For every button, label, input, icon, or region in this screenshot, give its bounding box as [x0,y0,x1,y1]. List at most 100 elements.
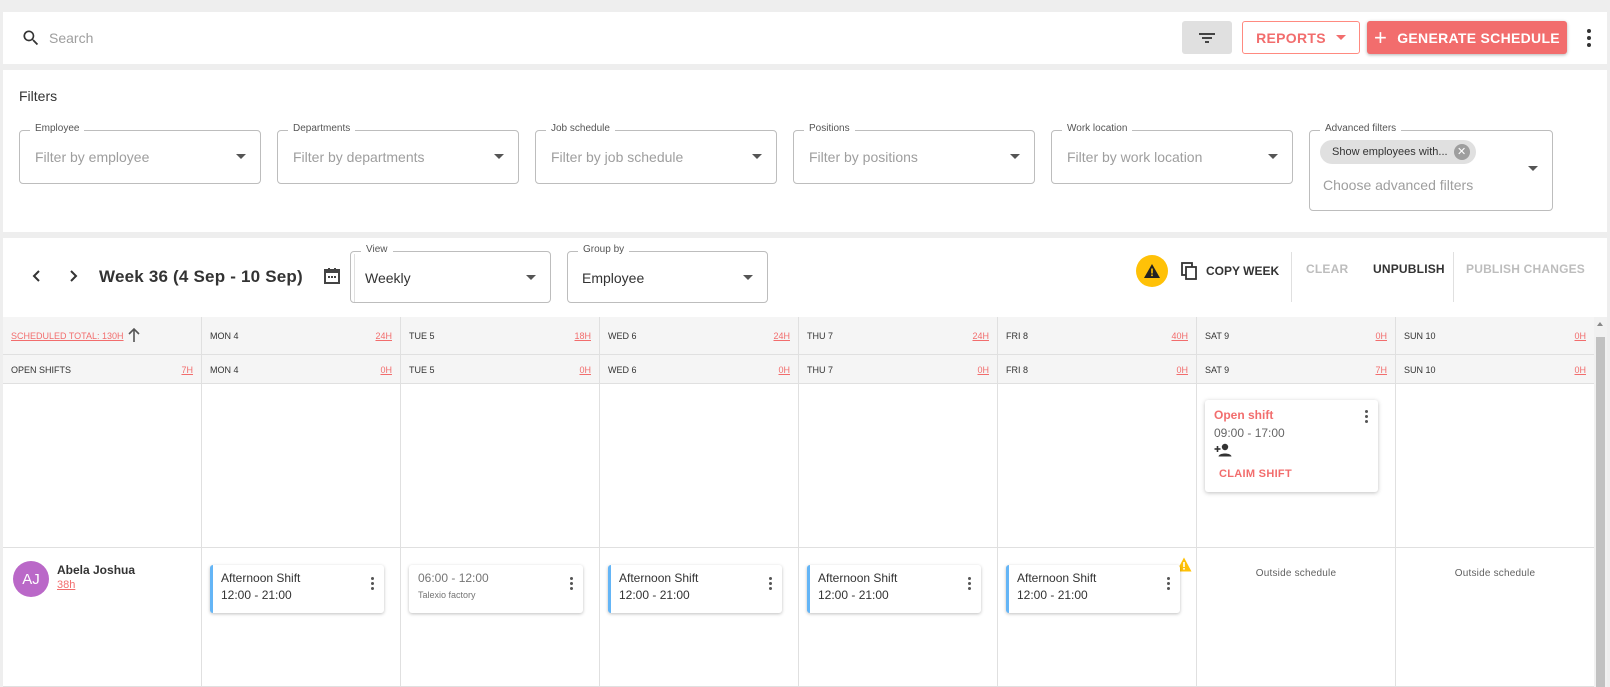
employee-name: Abela Joshua [57,563,136,577]
day-label: TUE 5 [409,331,435,341]
generate-schedule-button[interactable]: + GENERATE SCHEDULE [1367,21,1567,54]
open-day-fri: FRI 8 0H [998,355,1197,383]
previous-week-button[interactable] [27,266,47,286]
copy-week-button[interactable]: COPY WEEK [1181,258,1279,284]
job-schedule-filter[interactable]: Job schedule Filter by job schedule [535,123,777,184]
day-hours-link[interactable]: 0H [778,365,790,375]
open-shift-time: 09:00 - 17:00 [1214,426,1285,440]
positions-filter[interactable]: Positions Filter by positions [793,123,1035,184]
job-schedule-filter-label: Job schedule [546,123,615,134]
shift-cell-sun[interactable]: Outside schedule [1396,548,1594,686]
advanced-filter-chip[interactable]: Show employees with... ✕ [1320,140,1476,164]
day-hours-link[interactable]: 18H [574,331,591,341]
schedule-grid: SCHEDULED TOTAL: 130H MON 4 24H TUE 5 18H … [3,317,1594,687]
more-options-icon[interactable] [371,577,374,590]
claim-shift-button[interactable]: CLAIM SHIFT [1219,468,1292,480]
open-shift-cell[interactable]: Open shift 09:00 - 17:00 CLAIM SHIFT [1197,384,1396,547]
view-select-label: View [361,244,393,255]
open-shift-cell[interactable] [202,384,401,547]
day-label: WED 6 [608,365,637,375]
vertical-scrollbar[interactable] [1594,317,1607,687]
open-shifts-label-cell [3,384,202,547]
chevron-down-icon [1335,35,1346,40]
more-options-icon[interactable] [1167,577,1170,590]
more-options-icon[interactable] [769,577,772,590]
view-select[interactable]: View Weekly [350,244,551,303]
shift-title: Afternoon Shift [221,571,301,585]
shift-cell-fri[interactable]: Afternoon Shift 12:00 - 21:00 [998,548,1197,686]
shift-time: 12:00 - 21:00 [221,588,292,602]
shift-card[interactable]: Afternoon Shift 12:00 - 21:00 [807,565,981,613]
day-hours-link[interactable]: 24H [375,331,392,341]
scroll-up-icon[interactable] [1597,322,1603,326]
employee-filter[interactable]: Employee Filter by employee [19,123,261,184]
day-hours-link[interactable]: 40H [1171,331,1188,341]
next-week-button[interactable] [63,266,83,286]
copy-icon [1181,262,1197,280]
clear-button[interactable]: CLEAR [1306,262,1348,276]
more-options-icon[interactable] [570,577,573,590]
group-by-select[interactable]: Group by Employee [567,244,768,303]
reports-button[interactable]: REPORTS [1242,21,1360,54]
open-day-mon: MON 4 0H [202,355,401,383]
scrollbar-thumb[interactable] [1596,337,1605,687]
chevron-down-icon [1010,154,1020,159]
advanced-filters[interactable]: Advanced filters Show employees with... … [1309,123,1553,211]
day-header-row: SCHEDULED TOTAL: 130H MON 4 24H TUE 5 18H … [3,317,1594,355]
day-label: SUN 10 [1404,365,1436,375]
open-shift-cell[interactable] [401,384,600,547]
open-shift-title: Open shift [1214,408,1274,422]
search-input[interactable] [49,26,649,50]
day-hours-link[interactable]: 0H [977,365,989,375]
shift-card[interactable]: Afternoon Shift 12:00 - 21:00 [1006,565,1180,613]
more-options-icon[interactable] [1579,26,1599,50]
employee-hours-link[interactable]: 38h [57,579,75,591]
day-hours-link[interactable]: 24H [972,331,989,341]
employee-filter-label: Employee [30,123,85,134]
more-options-icon[interactable] [1365,410,1368,423]
open-shift-card[interactable]: Open shift 09:00 - 17:00 CLAIM SHIFT [1205,400,1378,492]
filter-toggle-button[interactable] [1182,21,1232,54]
shift-cell-mon[interactable]: Afternoon Shift 12:00 - 21:00 [202,548,401,686]
open-shifts-label: OPEN SHIFTS [11,365,72,375]
work-location-filter[interactable]: Work location Filter by work location [1051,123,1293,184]
day-label: MON 4 [210,365,239,375]
day-hours-link[interactable]: 0H [380,365,392,375]
close-icon[interactable]: ✕ [1453,144,1470,160]
shift-cell-wed[interactable]: Afternoon Shift 12:00 - 21:00 [600,548,799,686]
open-shift-cell[interactable] [998,384,1197,547]
work-location-filter-placeholder: Filter by work location [1067,149,1203,165]
warnings-button[interactable] [1136,255,1168,287]
unpublish-button[interactable]: UNPUBLISH [1373,262,1445,276]
day-hours-link[interactable]: 0H [579,365,591,375]
open-shifts-hours-link[interactable]: 7H [181,365,193,375]
shift-title: Afternoon Shift [818,571,898,585]
more-options-icon[interactable] [968,577,971,590]
open-shift-cell[interactable] [600,384,799,547]
shift-card[interactable]: Afternoon Shift 12:00 - 21:00 [210,565,384,613]
shift-cell-tue[interactable]: 06:00 - 12:00 Talexio factory [401,548,600,686]
shift-card[interactable]: Afternoon Shift 12:00 - 21:00 [608,565,782,613]
shift-card[interactable]: 06:00 - 12:00 Talexio factory [409,565,583,613]
day-hours-link[interactable]: 0H [1375,331,1387,341]
shift-cell-sat[interactable]: Outside schedule [1197,548,1396,686]
day-hours-link[interactable]: 0H [1176,365,1188,375]
day-hours-link[interactable]: 0H [1574,331,1586,341]
calendar-icon[interactable] [323,267,341,285]
shift-time: 12:00 - 21:00 [1017,588,1088,602]
publish-changes-button[interactable]: PUBLISH CHANGES [1466,262,1585,276]
day-hours-link[interactable]: 0H [1574,365,1586,375]
divider [1453,252,1454,302]
open-shift-cell[interactable] [799,384,998,547]
day-hours-link[interactable]: 24H [773,331,790,341]
arrow-up-icon[interactable] [127,327,141,343]
filters-panel: Filters Employee Filter by employee Depa… [3,70,1607,232]
group-by-select-value: Employee [582,270,645,286]
open-shift-cell[interactable] [1396,384,1594,547]
scheduled-total-link[interactable]: SCHEDULED TOTAL: 130H [11,331,124,341]
departments-filter[interactable]: Departments Filter by departments [277,123,519,184]
day-label: MON 4 [210,331,239,341]
job-schedule-filter-placeholder: Filter by job schedule [551,149,684,165]
day-hours-link[interactable]: 7H [1375,365,1387,375]
shift-cell-thu[interactable]: Afternoon Shift 12:00 - 21:00 [799,548,998,686]
